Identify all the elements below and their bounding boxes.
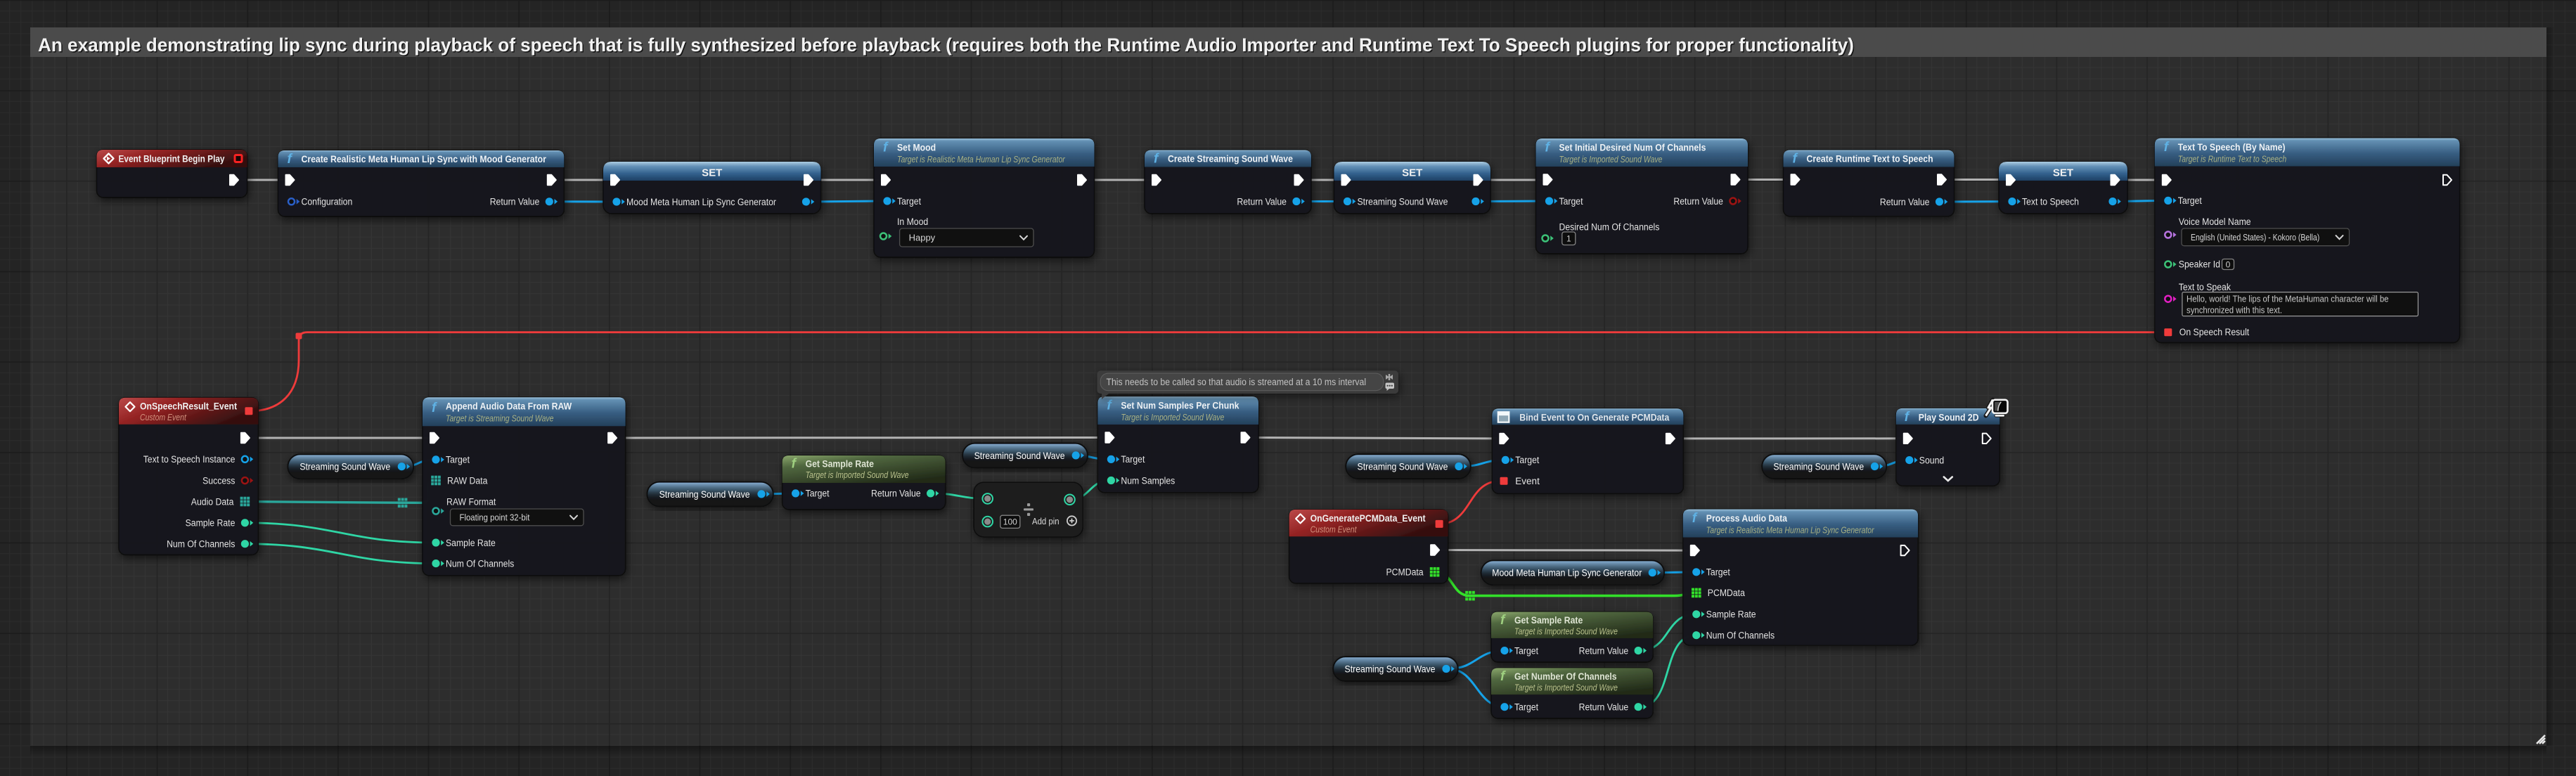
svg-text:Set Num Samples Per Chunk: Set Num Samples Per Chunk	[1121, 400, 1239, 411]
svg-text:Target: Target	[1559, 196, 1583, 207]
svg-text:Sample Rate: Sample Rate	[446, 538, 496, 548]
svg-text:RAW Format: RAW Format	[446, 497, 496, 507]
svg-text:Num Samples: Num Samples	[1121, 475, 1175, 486]
svg-text:Event Blueprint Begin Play: Event Blueprint Begin Play	[119, 153, 225, 164]
svg-text:OnSpeechResult_Event: OnSpeechResult_Event	[140, 401, 237, 412]
svg-text:Happy: Happy	[909, 233, 936, 243]
svg-text:Num Of Channels: Num Of Channels	[446, 558, 515, 569]
svg-text:Target: Target	[1514, 702, 1538, 713]
svg-text:Streaming Sound Wave: Streaming Sound Wave	[300, 461, 390, 472]
svg-text:Target: Target	[2178, 195, 2202, 206]
svg-text:Bind Event to On Generate PCMD: Bind Event to On Generate PCMData	[1519, 412, 1669, 423]
svg-text:Target: Target	[1121, 454, 1145, 465]
svg-text:SET: SET	[2053, 167, 2073, 179]
svg-text:Mood Meta Human Lip Sync Gener: Mood Meta Human Lip Sync Generator	[626, 197, 776, 207]
svg-text:Create Realistic Meta Human Li: Create Realistic Meta Human Lip Sync wit…	[302, 153, 547, 164]
svg-text:Target is Imported Sound Wave: Target is Imported Sound Wave	[1514, 627, 1618, 637]
svg-text:Num Of Channels: Num Of Channels	[1706, 630, 1775, 641]
svg-text:Speaker Id: Speaker Id	[2179, 259, 2220, 270]
svg-text:Return Value: Return Value	[871, 489, 921, 499]
svg-text:PCMData: PCMData	[1386, 567, 1424, 578]
svg-text:Process Audio Data: Process Audio Data	[1706, 512, 1787, 524]
svg-text:100: 100	[1003, 517, 1017, 527]
svg-text:SET: SET	[1402, 167, 1422, 179]
svg-text:Target is Realistic Meta Human: Target is Realistic Meta Human Lip Sync …	[1706, 525, 1875, 535]
svg-text:On Speech Result: On Speech Result	[2179, 327, 2250, 337]
svg-text:Target is Realistic Meta Human: Target is Realistic Meta Human Lip Sync …	[897, 155, 1066, 164]
svg-text:Get Sample Rate: Get Sample Rate	[806, 458, 874, 470]
svg-text:Return Value: Return Value	[1237, 196, 1287, 207]
svg-text:Mood Meta Human Lip Sync Gener: Mood Meta Human Lip Sync Generator	[1492, 567, 1642, 578]
svg-text:Num Of Channels: Num Of Channels	[167, 539, 236, 550]
svg-text:Hello, world! The lips of the: Hello, world! The lips of the MetaHuman …	[2187, 294, 2389, 304]
svg-text:Get Sample Rate: Get Sample Rate	[1514, 614, 1583, 626]
svg-text:Streaming Sound Wave: Streaming Sound Wave	[659, 489, 750, 500]
svg-text:Return Value: Return Value	[1673, 196, 1723, 207]
svg-text:Target is Runtime Text to Spee: Target is Runtime Text to Speech	[2178, 154, 2286, 164]
svg-text:Streaming Sound Wave: Streaming Sound Wave	[1773, 461, 1864, 472]
svg-text:Set Initial Desired Num Of Cha: Set Initial Desired Num Of Channels	[1559, 142, 1706, 153]
svg-text:Text to Speech Instance: Text to Speech Instance	[143, 454, 236, 465]
svg-text:This needs to be called so tha: This needs to be called so that audio is…	[1107, 377, 1367, 387]
svg-text:Target: Target	[1706, 567, 1730, 578]
svg-text:SET: SET	[702, 167, 722, 179]
svg-text:Set Mood: Set Mood	[897, 142, 936, 153]
svg-text:Streaming Sound Wave: Streaming Sound Wave	[1345, 664, 1436, 675]
svg-text:Success: Success	[202, 475, 236, 486]
svg-text:Target: Target	[1515, 455, 1539, 465]
svg-text:synchronized with this text.: synchronized with this text.	[2187, 304, 2282, 315]
svg-text:Target: Target	[897, 196, 921, 207]
svg-text:Add pin: Add pin	[1032, 516, 1060, 526]
svg-text:Return Value: Return Value	[490, 197, 540, 207]
svg-text:Event: Event	[1515, 476, 1540, 486]
svg-text:Create Runtime Text to Speech: Create Runtime Text to Speech	[1807, 153, 1933, 164]
svg-text:Streaming Sound Wave: Streaming Sound Wave	[1358, 461, 1448, 472]
svg-text:Target is Imported Sound Wave: Target is Imported Sound Wave	[806, 470, 909, 480]
svg-text:Target: Target	[446, 455, 470, 465]
svg-text:Sample Rate: Sample Rate	[186, 518, 236, 529]
svg-text:Audio Data: Audio Data	[191, 496, 234, 507]
svg-text:0: 0	[2226, 259, 2231, 269]
svg-text:Custom Event: Custom Event	[140, 413, 186, 422]
svg-text:Target is Streaming Sound Wave: Target is Streaming Sound Wave	[446, 414, 554, 424]
svg-text:Sound: Sound	[1919, 455, 1944, 465]
svg-text:Target: Target	[806, 489, 830, 499]
svg-text:In Mood: In Mood	[897, 216, 928, 227]
svg-text:Target is Imported Sound Wave: Target is Imported Sound Wave	[1559, 155, 1663, 164]
svg-text:Return Value: Return Value	[1579, 645, 1629, 656]
svg-text:Streaming Sound Wave: Streaming Sound Wave	[974, 450, 1065, 461]
svg-text:RAW Data: RAW Data	[447, 475, 488, 486]
svg-text:Text To Speech (By Name): Text To Speech (By Name)	[2178, 141, 2286, 153]
svg-text:1: 1	[1566, 234, 1571, 244]
svg-text:Sample Rate: Sample Rate	[1706, 609, 1756, 620]
svg-text:Target is Imported Sound Wave: Target is Imported Sound Wave	[1514, 683, 1618, 692]
svg-text:An example demonstrating lip s: An example demonstrating lip sync during…	[38, 34, 1854, 56]
svg-text:Text to Speak: Text to Speak	[2179, 282, 2231, 292]
svg-text:Return Value: Return Value	[1579, 702, 1629, 713]
svg-text:Target is Imported Sound Wave: Target is Imported Sound Wave	[1121, 413, 1224, 422]
svg-text:Voice Model Name: Voice Model Name	[2179, 216, 2251, 227]
svg-text:Desired Num Of Channels: Desired Num Of Channels	[1559, 222, 1660, 233]
svg-text:Custom Event: Custom Event	[1310, 524, 1357, 534]
svg-text:Configuration: Configuration	[302, 197, 353, 207]
svg-text:Target: Target	[1514, 645, 1538, 656]
svg-text:Text to Speech: Text to Speech	[2022, 196, 2079, 207]
svg-text:Streaming Sound Wave: Streaming Sound Wave	[1358, 196, 1448, 207]
svg-text:PCMData: PCMData	[1708, 588, 1746, 598]
svg-text:Append Audio Data From RAW: Append Audio Data From RAW	[446, 401, 572, 412]
svg-text:Create Streaming Sound Wave: Create Streaming Sound Wave	[1168, 153, 1293, 164]
svg-text:OnGeneratePCMData_Event: OnGeneratePCMData_Event	[1310, 512, 1426, 524]
svg-text:English (United States) - Koko: English (United States) - Kokoro (Bella)	[2191, 233, 2319, 242]
svg-text:Floating point 32-bit: Floating point 32-bit	[460, 512, 530, 523]
svg-text:Return Value: Return Value	[1880, 197, 1930, 207]
svg-text:Get Number Of Channels: Get Number Of Channels	[1514, 671, 1617, 682]
svg-text:Play Sound 2D: Play Sound 2D	[1919, 411, 1979, 422]
